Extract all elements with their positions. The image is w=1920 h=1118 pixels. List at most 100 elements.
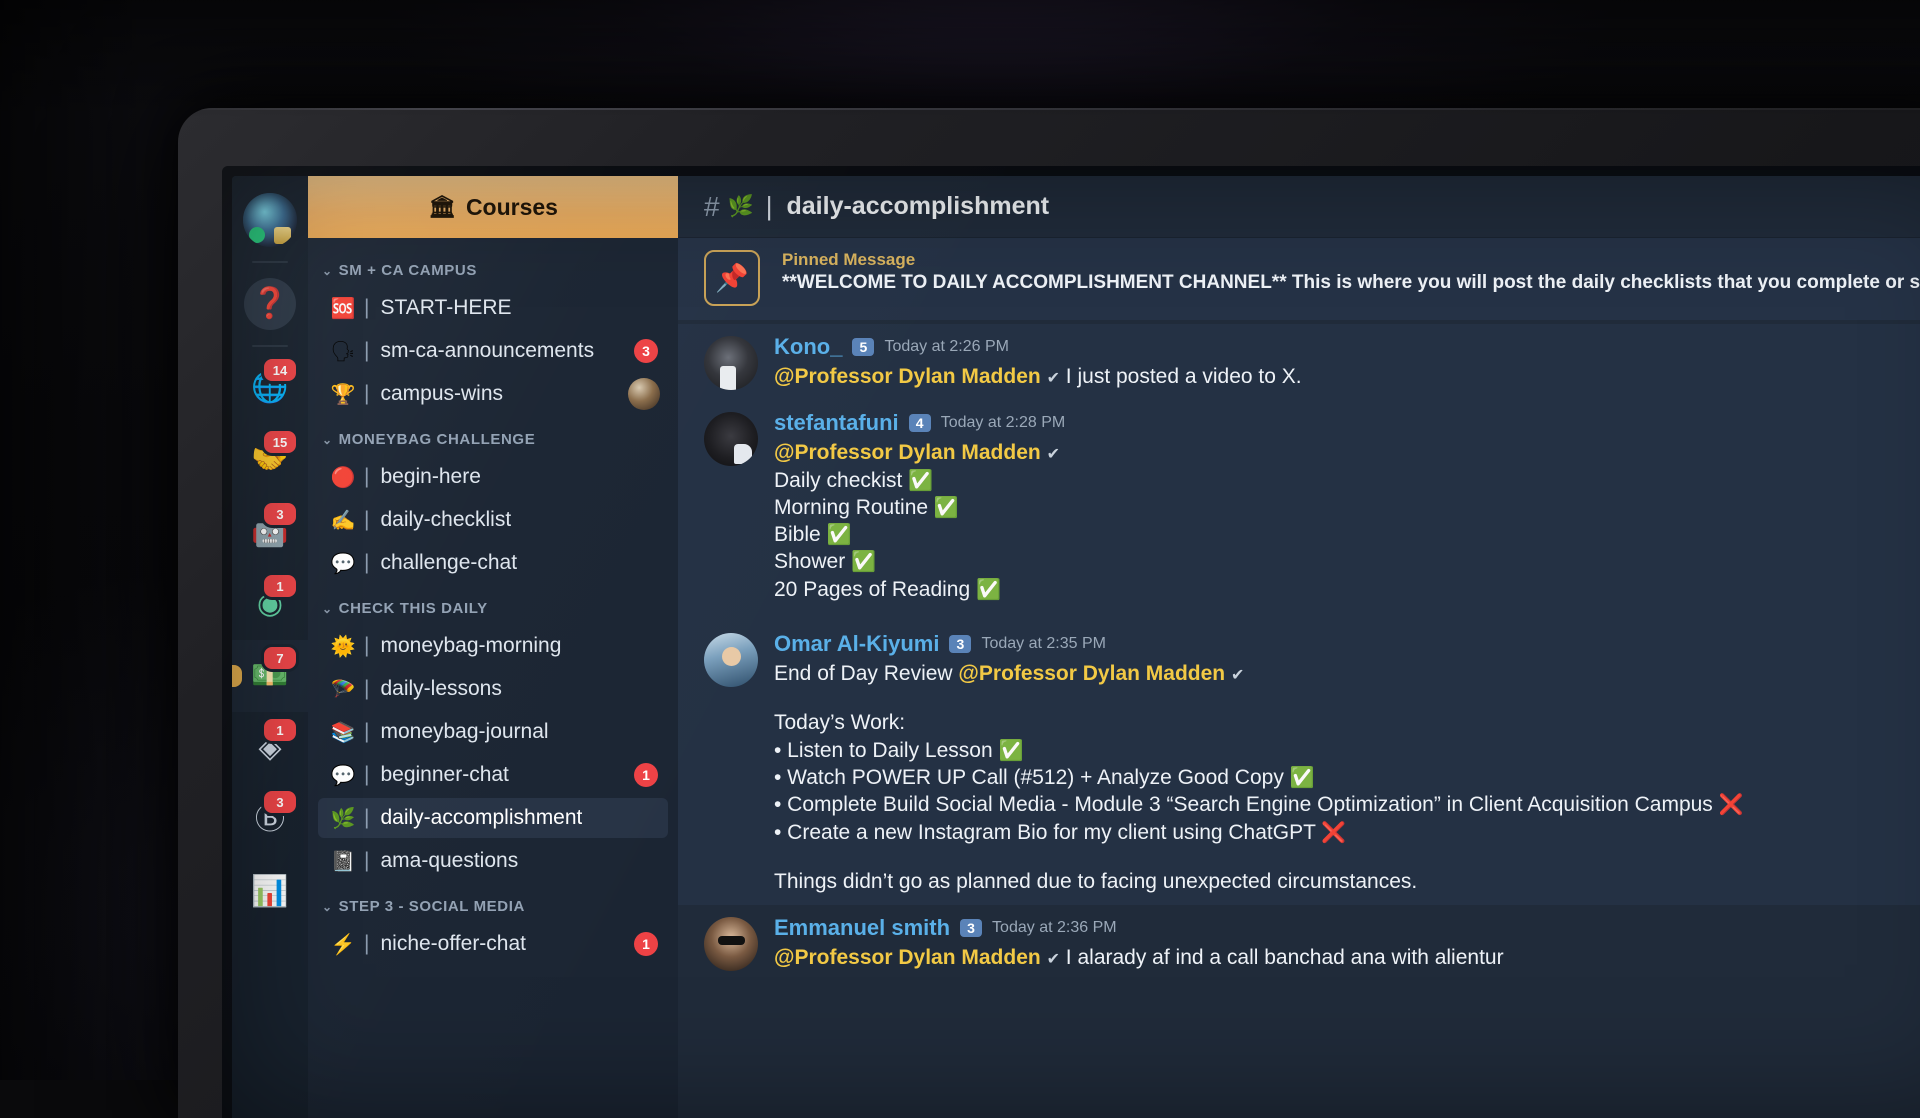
channel-daily-lessons[interactable]: 🪂 | daily-lessons [318, 669, 668, 709]
channel-list[interactable]: ⌄ SM + CA CAMPUS 🆘 | START-HERE 🗣 | sm-c… [308, 238, 678, 1118]
rail-badge: 15 [261, 428, 299, 456]
mention[interactable]: @Professor Dylan Madden [958, 662, 1225, 685]
channel-challenge-chat[interactable]: 💬 | challenge-chat [318, 543, 668, 583]
channel-daily-accomplishment[interactable]: 🌿 | daily-accomplishment [318, 798, 668, 838]
channel-niche-offer-chat[interactable]: ⚡ | niche-offer-chat 1 [318, 924, 668, 964]
writing-hand-icon: ✍️ [330, 508, 356, 533]
avatar[interactable] [704, 412, 758, 466]
sun-icon: 🌞 [330, 634, 356, 659]
channel-label: START-HERE [380, 296, 511, 320]
message-text: I alarady af ind a call banchad ana with… [1060, 946, 1504, 969]
courses-button[interactable]: 🏛 Courses [308, 176, 678, 238]
message-line: • Listen to Daily Lesson ✅ [774, 737, 1920, 764]
discord-app-window: ❓ 🌐 14 🤝 15 🤖 3 [232, 176, 1920, 1118]
check-mark-icon: ✅ [934, 497, 959, 519]
pinned-message-banner[interactable]: 📌 Pinned Message **WELCOME TO DAILY ACCO… [678, 238, 1920, 320]
message-author[interactable]: stefantafuni [774, 410, 899, 436]
message-author[interactable]: Emmanuel smith [774, 915, 950, 941]
channel-label: daily-accomplishment [380, 806, 582, 830]
channel-divider: | [364, 806, 369, 830]
rail-item-ethereum[interactable]: ◈ 1 [232, 712, 308, 784]
category-moneybag-challenge[interactable]: ⌄ MONEYBAG CHALLENGE [308, 417, 678, 454]
category-sm-ca-campus[interactable]: ⌄ SM + CA CAMPUS [308, 248, 678, 285]
channel-label: niche-offer-chat [380, 932, 526, 956]
verified-icon: ✔ [1047, 370, 1060, 387]
verified-icon: ✔ [1231, 667, 1244, 684]
message-line: Morning Routine ✅ [774, 494, 1920, 521]
check-mark-icon: ✅ [1290, 767, 1315, 789]
rail-item-crypto-defi[interactable]: ◉ 1 [232, 568, 308, 640]
verified-icon: ✔ [1047, 951, 1060, 968]
check-mark-icon: ✅ [998, 740, 1023, 762]
check-mark-icon: ✅ [851, 551, 876, 573]
mention[interactable]: @Professor Dylan Madden [774, 441, 1041, 464]
unread-badge: 1 [634, 763, 658, 787]
message-line: @Professor Dylan Madden ✔ I just posted … [774, 363, 1920, 390]
channel-start-here[interactable]: 🆘 | START-HERE [318, 288, 668, 328]
rail-item-bitcoin[interactable]: Ⓑ 3 [232, 784, 308, 856]
message-author[interactable]: Kono_ [774, 334, 842, 360]
channel-ama-questions[interactable]: 📓 | ama-questions [318, 841, 668, 881]
herb-icon: 🌿 [330, 806, 356, 831]
books-icon: 📚 [330, 720, 356, 745]
channel-divider: | [364, 296, 369, 320]
mention[interactable]: @Professor Dylan Madden [774, 946, 1041, 969]
channel-divider: | [364, 932, 369, 956]
avatar[interactable] [704, 633, 758, 687]
pushpin-icon[interactable]: 📌 [704, 250, 760, 306]
header-divider: | [766, 191, 773, 222]
rail-item-stocks[interactable]: 📊 [232, 856, 308, 928]
message-list[interactable]: Kono_ 5 Today at 2:26 PM @Professor Dyla… [678, 320, 1920, 1118]
avatar[interactable] [704, 336, 758, 390]
channel-campus-wins[interactable]: 🏆 | campus-wins [318, 374, 668, 414]
channel-divider: | [364, 763, 369, 787]
channel-sm-ca-announcements[interactable]: 🗣 | sm-ca-announcements 3 [318, 331, 668, 371]
channel-label: challenge-chat [380, 551, 517, 575]
message-text: Shower [774, 550, 851, 573]
check-mark-icon: ✅ [827, 524, 852, 546]
unread-badge: 3 [634, 339, 658, 363]
message-text: Bible [774, 523, 827, 546]
rail-item-moneybag-campus[interactable]: 💵 7 [232, 640, 308, 712]
rail-item-globe[interactable]: 🌐 14 [232, 352, 308, 424]
channel-divider: | [364, 465, 369, 489]
page-title: daily-accomplishment [787, 192, 1050, 221]
pinned-message-text: **WELCOME TO DAILY ACCOMPLISHMENT CHANNE… [782, 272, 1920, 294]
channel-begin-here[interactable]: 🔴 | begin-here [318, 457, 668, 497]
avatar[interactable] [704, 917, 758, 971]
channel-daily-checklist[interactable]: ✍️ | daily-checklist [318, 500, 668, 540]
channel-beginner-chat[interactable]: 💬 | beginner-chat 1 [318, 755, 668, 795]
category-label: MONEYBAG CHALLENGE [339, 431, 536, 448]
rail-item-user-avatar[interactable] [232, 184, 308, 256]
check-mark-icon: ✅ [976, 579, 1001, 601]
category-check-this-daily[interactable]: ⌄ CHECK THIS DAILY [308, 586, 678, 623]
pinned-message-label: Pinned Message [782, 250, 1920, 270]
level-badge: 3 [949, 635, 971, 653]
channel-moneybag-journal[interactable]: 📚 | moneybag-journal [318, 712, 668, 752]
channel-moneybag-morning[interactable]: 🌞 | moneybag-morning [318, 626, 668, 666]
message-item[interactable]: stefantafuni 4 Today at 2:28 PM @Profess… [678, 400, 1920, 613]
message-item[interactable]: Kono_ 5 Today at 2:26 PM @Professor Dyla… [678, 324, 1920, 400]
message-timestamp: Today at 2:35 PM [981, 635, 1106, 653]
message-author[interactable]: Omar Al-Kiyumi [774, 631, 939, 657]
channel-label: moneybag-morning [380, 634, 561, 658]
rail-item-help[interactable]: ❓ [232, 268, 308, 340]
level-badge: 4 [909, 414, 931, 432]
channel-label: ama-questions [380, 849, 518, 873]
avatar [243, 193, 297, 247]
message-text: • Watch POWER UP Call (#512) + Analyze G… [774, 766, 1290, 789]
rail-item-handshake[interactable]: 🤝 15 [232, 424, 308, 496]
message-text: Daily checkist [774, 469, 908, 492]
mention[interactable]: @Professor Dylan Madden [774, 365, 1041, 388]
channel-divider: | [364, 720, 369, 744]
rail-item-robot[interactable]: 🤖 3 [232, 496, 308, 568]
category-step-3-social-media[interactable]: ⌄ STEP 3 - SOCIAL MEDIA [308, 884, 678, 921]
message-item[interactable]: Emmanuel smith 3 Today at 2:36 PM @Profe… [678, 905, 1920, 981]
message-line: Bible ✅ [774, 521, 1920, 548]
message-line: Shower ✅ [774, 548, 1920, 575]
laptop-device: ❓ 🌐 14 🤝 15 🤖 3 [178, 108, 1920, 1118]
message-text: End of Day Review [774, 662, 958, 685]
message-item[interactable]: Omar Al-Kiyumi 3 Today at 2:35 PM End of… [678, 613, 1920, 905]
speaking-head-icon: 🗣 [330, 339, 356, 364]
red-circle-icon: 🔴 [330, 465, 356, 490]
